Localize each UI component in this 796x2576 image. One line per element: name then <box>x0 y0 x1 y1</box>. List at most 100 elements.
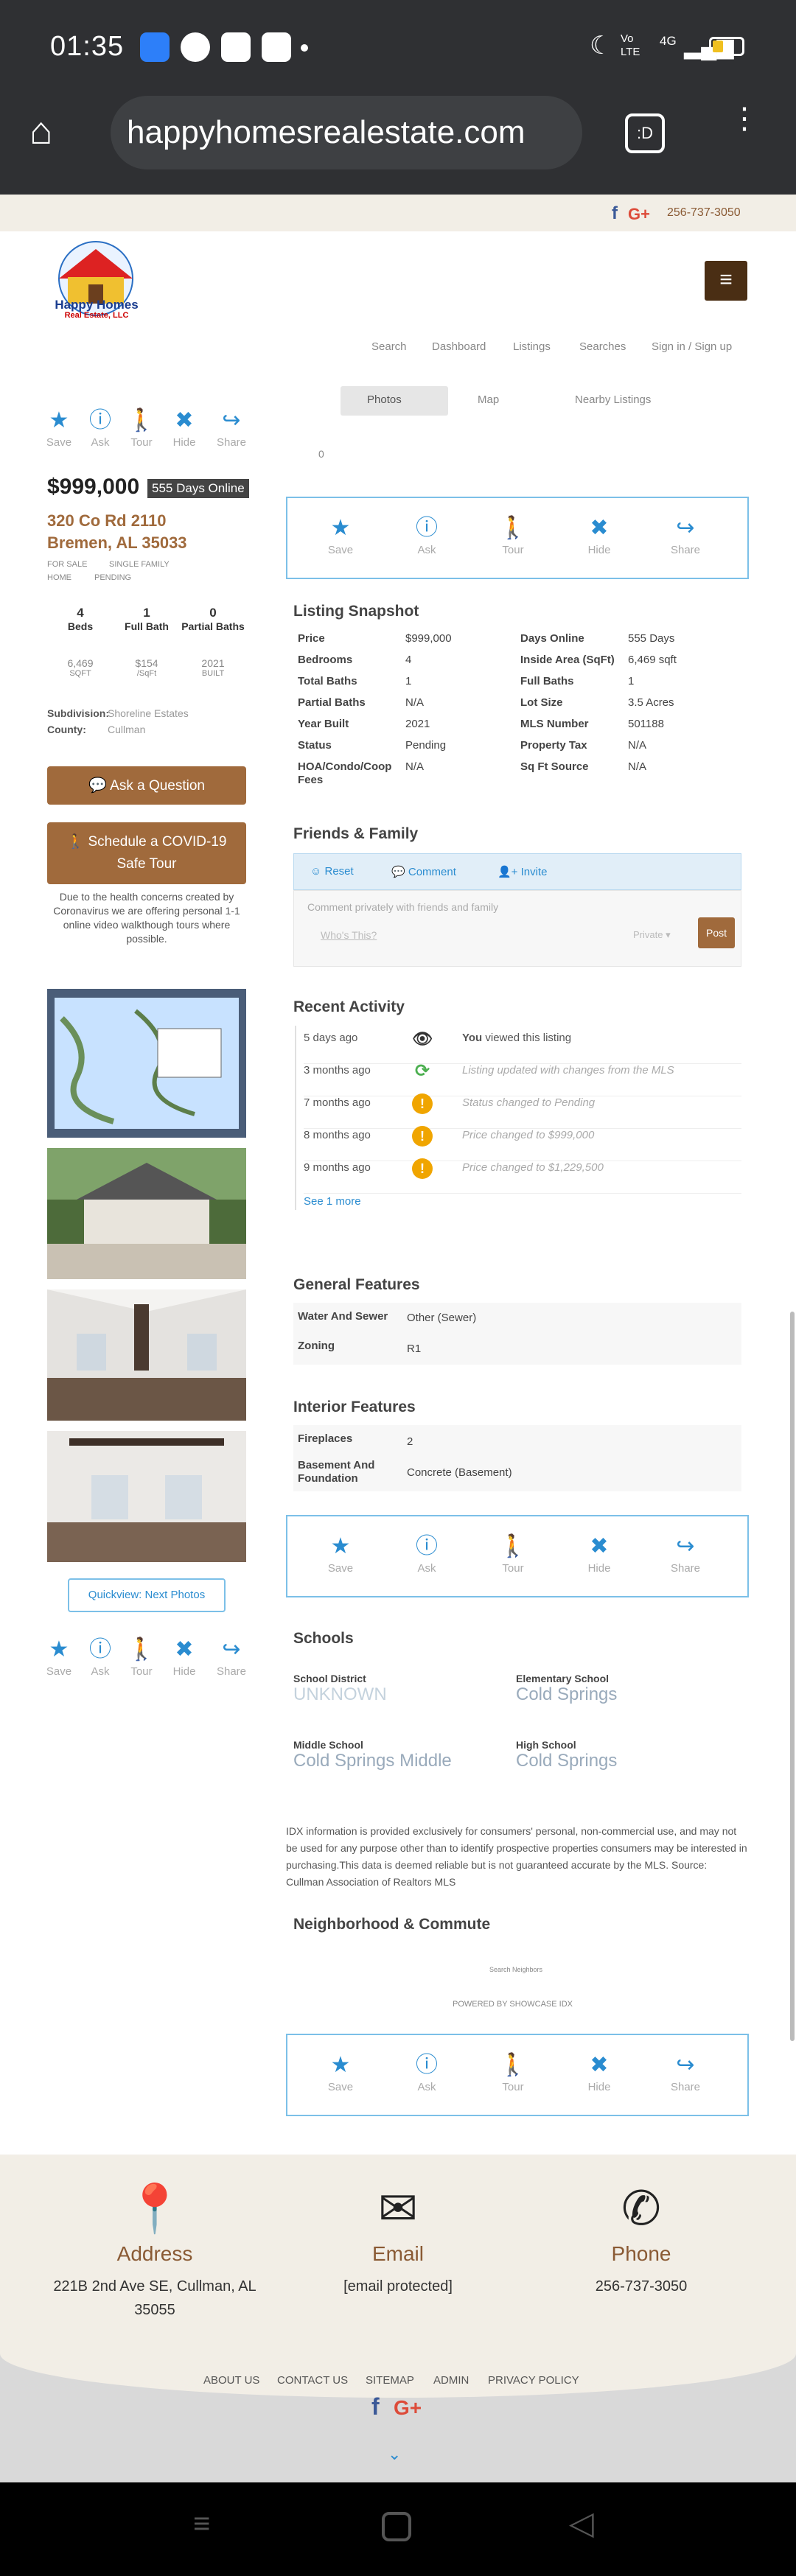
middle-school: Middle School Cold Springs Middle <box>293 1739 452 1771</box>
schedule-tour-button[interactable]: 🚶 Schedule a COVID-19 Safe Tour <box>47 822 246 884</box>
recent-apps-icon[interactable]: ≡ <box>193 2507 210 2541</box>
share-icon: ↪ <box>676 516 695 540</box>
logo[interactable]: Happy Homes Real Estate, LLC <box>46 240 146 323</box>
share-action-4[interactable]: ↪ Share <box>656 1534 715 1575</box>
footer-phone[interactable]: ✆ Phone 256-737-3050 <box>523 2181 759 2298</box>
stat-partial-baths: 0 Partial Baths <box>181 606 245 632</box>
share-action[interactable]: ↪ Share <box>202 408 261 449</box>
google-plus-icon[interactable]: G+ <box>394 2396 422 2420</box>
home-nav-icon[interactable] <box>382 2512 411 2541</box>
tag-type: SINGLE FAMILY <box>109 560 170 569</box>
reset-button[interactable]: ☺ Reset <box>310 865 354 878</box>
tour-action-4[interactable]: 🚶 Tour <box>483 1534 542 1575</box>
tab-map[interactable]: Map <box>478 393 499 406</box>
tour-action-5[interactable]: 🚶 Tour <box>483 2053 542 2093</box>
action-box-2: ★ Save ⓘ Ask 🚶 Tour ✖ Hide ↪ Share <box>286 1515 749 1597</box>
activity-title: Recent Activity <box>293 998 405 1015</box>
search-neighbors-link[interactable]: Search Neighbors <box>489 1966 542 1973</box>
nav-listings[interactable]: Listings <box>513 340 551 353</box>
close-icon: ✖ <box>590 2053 609 2077</box>
invite-button[interactable]: 👤+ Invite <box>498 865 547 878</box>
google-plus-icon[interactable]: G+ <box>628 205 650 224</box>
browser-menu-icon[interactable]: ⋮ <box>730 104 759 133</box>
stat-beds: 4 Beds <box>67 606 94 632</box>
share-action-5[interactable]: ↪ Share <box>656 2053 715 2093</box>
post-button[interactable]: Post <box>698 917 735 948</box>
share-action-3[interactable]: ↪ Share <box>656 516 715 556</box>
photo-thumbnail-map[interactable] <box>47 989 246 1138</box>
activity-row: 7 months ago ! Status changed to Pending <box>304 1093 741 1129</box>
close-icon: ✖ <box>590 1534 609 1558</box>
snapshot-title: Listing Snapshot <box>293 603 419 620</box>
top-phone[interactable]: 256-737-3050 <box>667 206 741 220</box>
hide-action-5[interactable]: ✖ Hide <box>570 2053 629 2093</box>
save-action-4[interactable]: ★ Save <box>311 1534 370 1575</box>
url-text[interactable]: happyhomesrealestate.com <box>127 114 526 151</box>
tag-for-sale: FOR SALE <box>47 560 88 569</box>
stat-built: 2021 BUILT <box>201 657 225 678</box>
footer-email[interactable]: ✉ Email [email protected] <box>280 2181 516 2298</box>
back-icon[interactable]: ◁ <box>569 2505 594 2542</box>
neighborhood-title: Neighborhood & Commute <box>293 1916 491 1933</box>
map-pin-icon: 📍 <box>125 2182 184 2235</box>
days-online-badge: 555 Days Online <box>147 479 249 498</box>
nav-dashboard[interactable]: Dashboard <box>432 340 486 353</box>
scrollbar[interactable] <box>790 1312 795 2041</box>
chat-icon: 💬 <box>88 777 107 794</box>
share-action-2[interactable]: ↪ Share <box>202 1637 261 1678</box>
star-icon: ★ <box>330 2053 351 2077</box>
walking-icon: 🚶 <box>499 1534 527 1558</box>
hide-action-3[interactable]: ✖ Hide <box>570 516 629 556</box>
listing-price: $999,000 <box>47 475 140 499</box>
phone-icon: ✆ <box>621 2182 661 2235</box>
see-more-link[interactable]: See 1 more <box>304 1195 361 1208</box>
tab-photos[interactable]: Photos <box>341 386 448 416</box>
idx-disclaimer: IDX information is provided exclusively … <box>286 1825 747 1888</box>
ask-action-5[interactable]: ⓘ Ask <box>397 2053 456 2093</box>
hamburger-menu-button[interactable]: ≡ <box>705 261 747 301</box>
activity-row: 3 months ago ⟳ Listing updated with chan… <box>304 1061 741 1096</box>
facebook-icon[interactable]: f <box>612 203 618 224</box>
facebook-icon[interactable]: f <box>371 2393 380 2421</box>
high-school: High School Cold Springs <box>516 1739 618 1771</box>
tour-action-3[interactable]: 🚶 Tour <box>483 516 542 556</box>
refresh-icon: ⟳ <box>414 1061 430 1081</box>
quickview-next-photos-button[interactable]: Quickview: Next Photos <box>68 1578 226 1612</box>
save-action-3[interactable]: ★ Save <box>311 516 370 556</box>
star-icon: ★ <box>330 516 351 540</box>
photo-thumbnail-house-exterior[interactable] <box>47 1148 246 1279</box>
privacy-policy-link[interactable]: PRIVACY POLICY <box>488 2374 579 2387</box>
logo-name: Happy Homes <box>55 298 139 312</box>
tab-switcher-button[interactable]: :D <box>625 113 665 153</box>
powered-by: POWERED BY SHOWCASE IDX <box>453 2000 573 2009</box>
ask-action-3[interactable]: ⓘ Ask <box>397 516 456 556</box>
ask-question-button[interactable]: 💬 Ask a Question <box>47 766 246 805</box>
alert-icon: ! <box>412 1093 433 1114</box>
ask-action-4[interactable]: ⓘ Ask <box>397 1534 456 1575</box>
comment-button[interactable]: 💬 Comment <box>391 865 456 878</box>
contact-us-link[interactable]: CONTACT US <box>277 2374 348 2387</box>
save-action-5[interactable]: ★ Save <box>311 2053 370 2093</box>
share-with-label[interactable]: Who's This? <box>321 929 377 941</box>
photo-thumbnail-great-room[interactable] <box>47 1431 246 1562</box>
app-notification-icon-2 <box>221 32 251 62</box>
walking-icon: 🚶 <box>499 516 527 540</box>
footer-address: 📍 Address 221B 2nd Ave SE, Cullman, AL 35… <box>37 2181 273 2322</box>
about-us-link[interactable]: ABOUT US <box>203 2374 259 2387</box>
home-icon[interactable]: ⌂ <box>29 109 52 153</box>
privacy-select[interactable]: Private ▾ <box>633 929 671 941</box>
tab-nearby-listings[interactable]: Nearby Listings <box>575 393 651 406</box>
hide-action-4[interactable]: ✖ Hide <box>570 1534 629 1575</box>
comment-box[interactable]: Comment privately with friends and famil… <box>293 890 741 967</box>
address-line2: Bremen, AL 35033 <box>47 533 187 552</box>
photo-thumbnail-living-room[interactable] <box>47 1289 246 1421</box>
bottom-footer: ABOUT US CONTACT US SITEMAP ADMIN PRIVAC… <box>0 2353 796 2482</box>
admin-link[interactable]: ADMIN <box>433 2374 469 2387</box>
nav-search[interactable]: Search <box>371 340 407 353</box>
tag-home: HOME <box>47 573 71 582</box>
nav-signin[interactable]: Sign in / Sign up <box>652 340 732 353</box>
sitemap-link[interactable]: SITEMAP <box>366 2374 414 2387</box>
nav-searches[interactable]: Searches <box>579 340 626 353</box>
scroll-down-chevron-icon[interactable]: ⌄ <box>388 2445 401 2464</box>
moon-icon: ☾ <box>590 32 612 60</box>
